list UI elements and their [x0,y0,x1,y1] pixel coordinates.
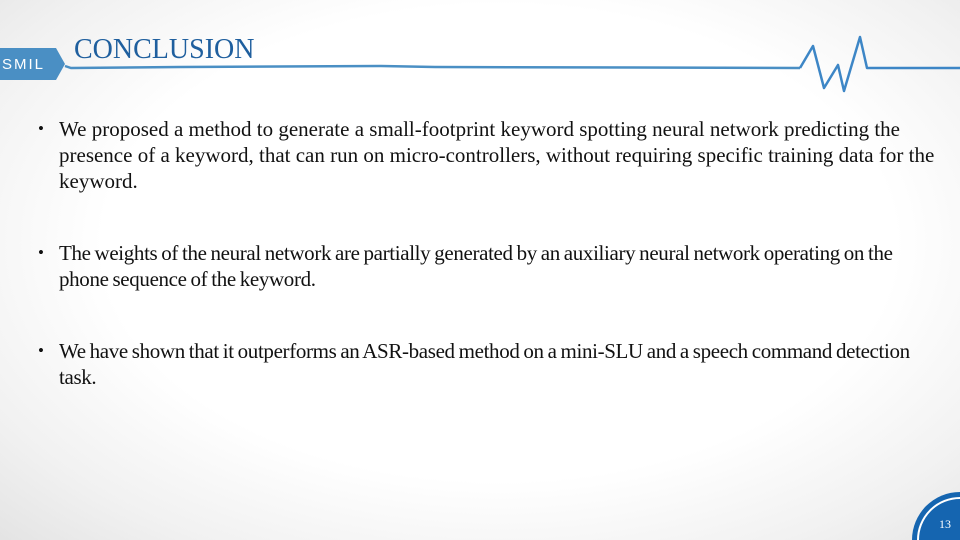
bullet-text: The weights of the neural network are pa… [59,241,893,291]
bullet-item: • We have shown that it outperforms an A… [38,338,938,390]
slide-title: CONCLUSION [74,34,255,65]
bullet-item: • We proposed a method to generate a sma… [38,116,938,194]
header-rule [64,64,801,70]
waveform-icon [798,35,960,93]
bullet-item: • The weights of the neural network are … [38,240,938,292]
bullet-icon: • [38,243,44,262]
brand-badge: SMIL [2,56,46,73]
slide: SMIL CONCLUSION • We proposed a method t… [0,0,960,540]
page-number: 13 [939,517,951,531]
bullet-icon: • [38,119,44,138]
bullet-icon: • [38,341,44,360]
bullet-text: We have shown that it outperforms an ASR… [59,339,910,389]
page-number-badge [912,492,960,540]
bullet-text: We proposed a method to generate a small… [59,117,935,193]
